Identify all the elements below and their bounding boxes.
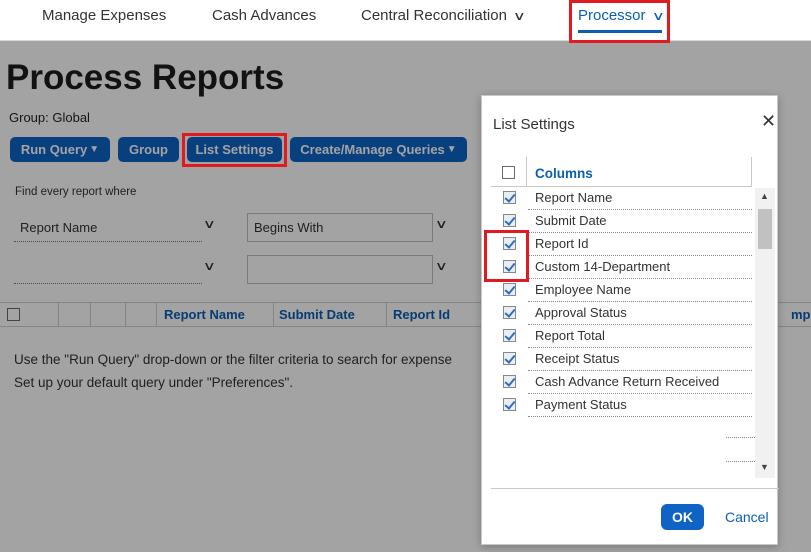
nav-central-reconciliation[interactable]: Central Reconciliation ∨ <box>361 7 526 24</box>
nav-label: Cash Advances <box>212 7 317 24</box>
column-option-label: Cash Advance Return Received <box>535 374 720 389</box>
column-option-label: Payment Status <box>535 397 627 412</box>
chevron-down-icon: ∨ <box>512 9 526 23</box>
column-option-label: Submit Date <box>535 213 607 228</box>
column-option-report-id[interactable]: Report Id <box>491 233 752 256</box>
column-separator <box>526 157 527 187</box>
columns-scrollbar[interactable]: ▲ ▼ <box>755 188 775 478</box>
highlight-box <box>569 0 670 43</box>
columns-header-label: Columns <box>535 166 593 181</box>
checked-checkbox-icon[interactable] <box>503 329 516 342</box>
scrollbar-thumb[interactable] <box>758 209 772 249</box>
checked-checkbox-icon[interactable] <box>503 352 516 365</box>
nav-cash-advances[interactable]: Cash Advances <box>212 7 316 24</box>
column-option-label: Report Total <box>535 328 605 343</box>
column-option-label: Report Id <box>535 236 589 251</box>
nav-label: Central Reconciliation <box>361 7 507 24</box>
column-option-cash-advance-return-received[interactable]: Cash Advance Return Received <box>491 371 752 394</box>
close-icon[interactable]: ✕ <box>761 111 776 132</box>
column-option-label: Custom 14-Department <box>535 259 671 274</box>
scroll-down-arrow-icon[interactable]: ▼ <box>760 462 769 472</box>
nav-label: Manage Expenses <box>42 7 167 24</box>
checked-checkbox-icon[interactable] <box>503 214 516 227</box>
column-option-receipt-status[interactable]: Receipt Status <box>491 348 752 371</box>
cancel-button[interactable]: Cancel <box>725 509 769 525</box>
column-option-approval-status[interactable]: Approval Status <box>491 302 752 325</box>
column-option-submit-date[interactable]: Submit Date <box>491 210 752 233</box>
nav-manage-expenses[interactable]: Manage Expenses <box>42 7 166 24</box>
select-all-columns-checkbox[interactable] <box>502 166 515 179</box>
checked-checkbox-icon[interactable] <box>503 375 516 388</box>
column-option-custom-14-department[interactable]: Custom 14-Department <box>491 256 752 279</box>
column-option-report-name[interactable]: Report Name <box>491 187 752 210</box>
row-divider <box>528 416 752 417</box>
column-option-label: Report Name <box>535 190 613 205</box>
column-option-label: Receipt Status <box>535 351 620 366</box>
column-option-payment-status[interactable]: Payment Status <box>491 394 752 417</box>
list-settings-dialog: List Settings ✕ Columns Report Name Subm… <box>481 95 779 545</box>
columns-list-header: Columns <box>491 157 752 187</box>
checked-checkbox-icon[interactable] <box>503 306 516 319</box>
column-option-label: Employee Name <box>535 282 632 297</box>
ok-button[interactable]: OK <box>661 504 704 530</box>
columns-list: Columns Report Name Submit Date Report I… <box>491 157 779 489</box>
scroll-up-arrow-icon[interactable]: ▲ <box>760 191 769 201</box>
top-nav: Manage Expenses Cash Advances Central Re… <box>0 0 811 41</box>
column-option-label: Approval Status <box>535 305 627 320</box>
list-bottom-border <box>491 488 779 489</box>
column-separator <box>751 157 752 187</box>
checked-checkbox-icon[interactable] <box>503 398 516 411</box>
highlight-box <box>182 133 287 167</box>
checked-checkbox-icon[interactable] <box>503 283 516 296</box>
highlight-box <box>484 230 529 282</box>
column-option-employee-name[interactable]: Employee Name <box>491 279 752 302</box>
dialog-title: List Settings <box>493 116 575 133</box>
column-option-report-total[interactable]: Report Total <box>491 325 752 348</box>
checked-checkbox-icon[interactable] <box>503 191 516 204</box>
